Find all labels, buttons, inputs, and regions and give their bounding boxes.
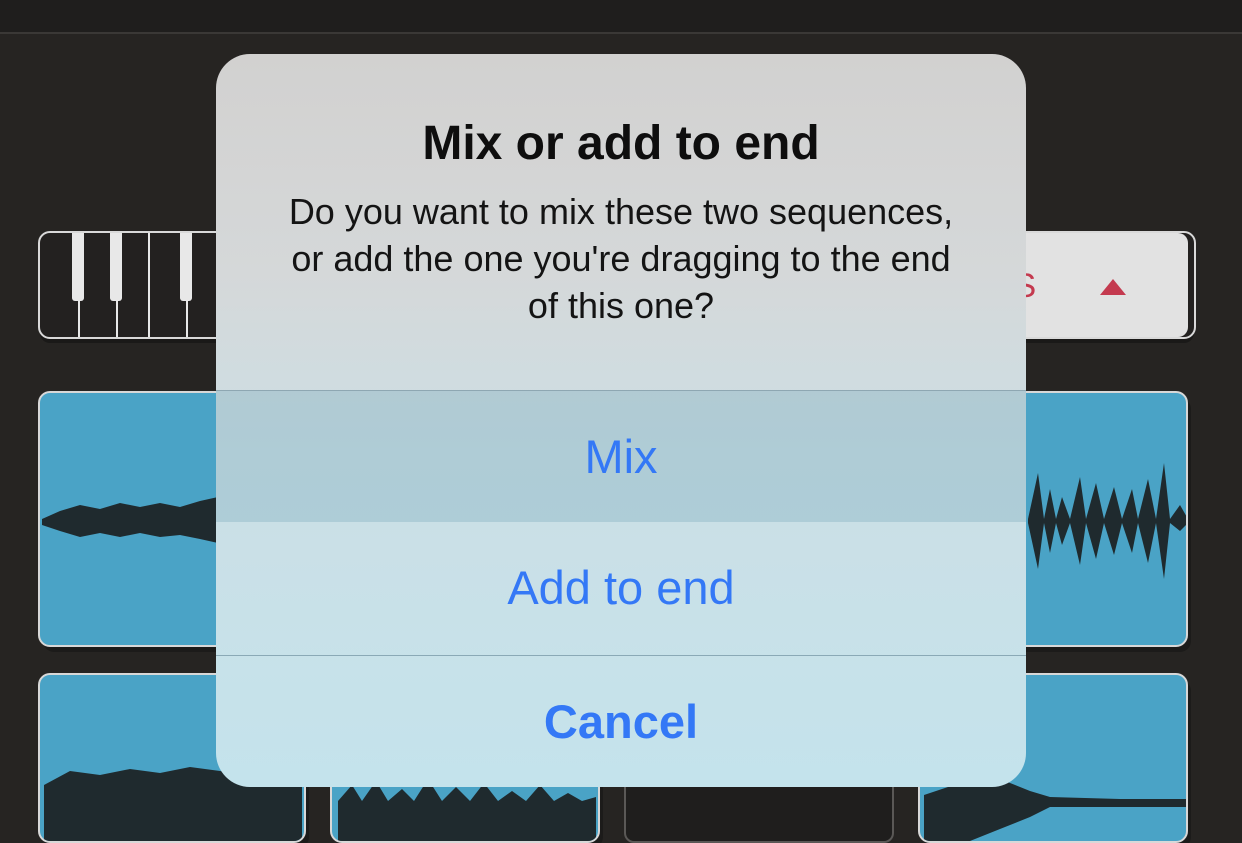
tracks-button[interactable]: RS xyxy=(988,233,1188,337)
add-to-end-button[interactable]: Add to end xyxy=(216,521,1026,656)
mix-button[interactable]: Mix xyxy=(216,390,1026,522)
dialog-message: Do you want to mix these two sequences, … xyxy=(288,191,954,326)
top-bar xyxy=(0,0,1242,34)
triangle-up-icon xyxy=(1100,279,1126,295)
alert-dialog: Mix or add to end Do you want to mix the… xyxy=(216,54,1026,787)
cancel-button[interactable]: Cancel xyxy=(216,656,1026,787)
piano-keys-icon xyxy=(48,233,238,337)
dialog-title: Mix or add to end xyxy=(422,117,820,170)
